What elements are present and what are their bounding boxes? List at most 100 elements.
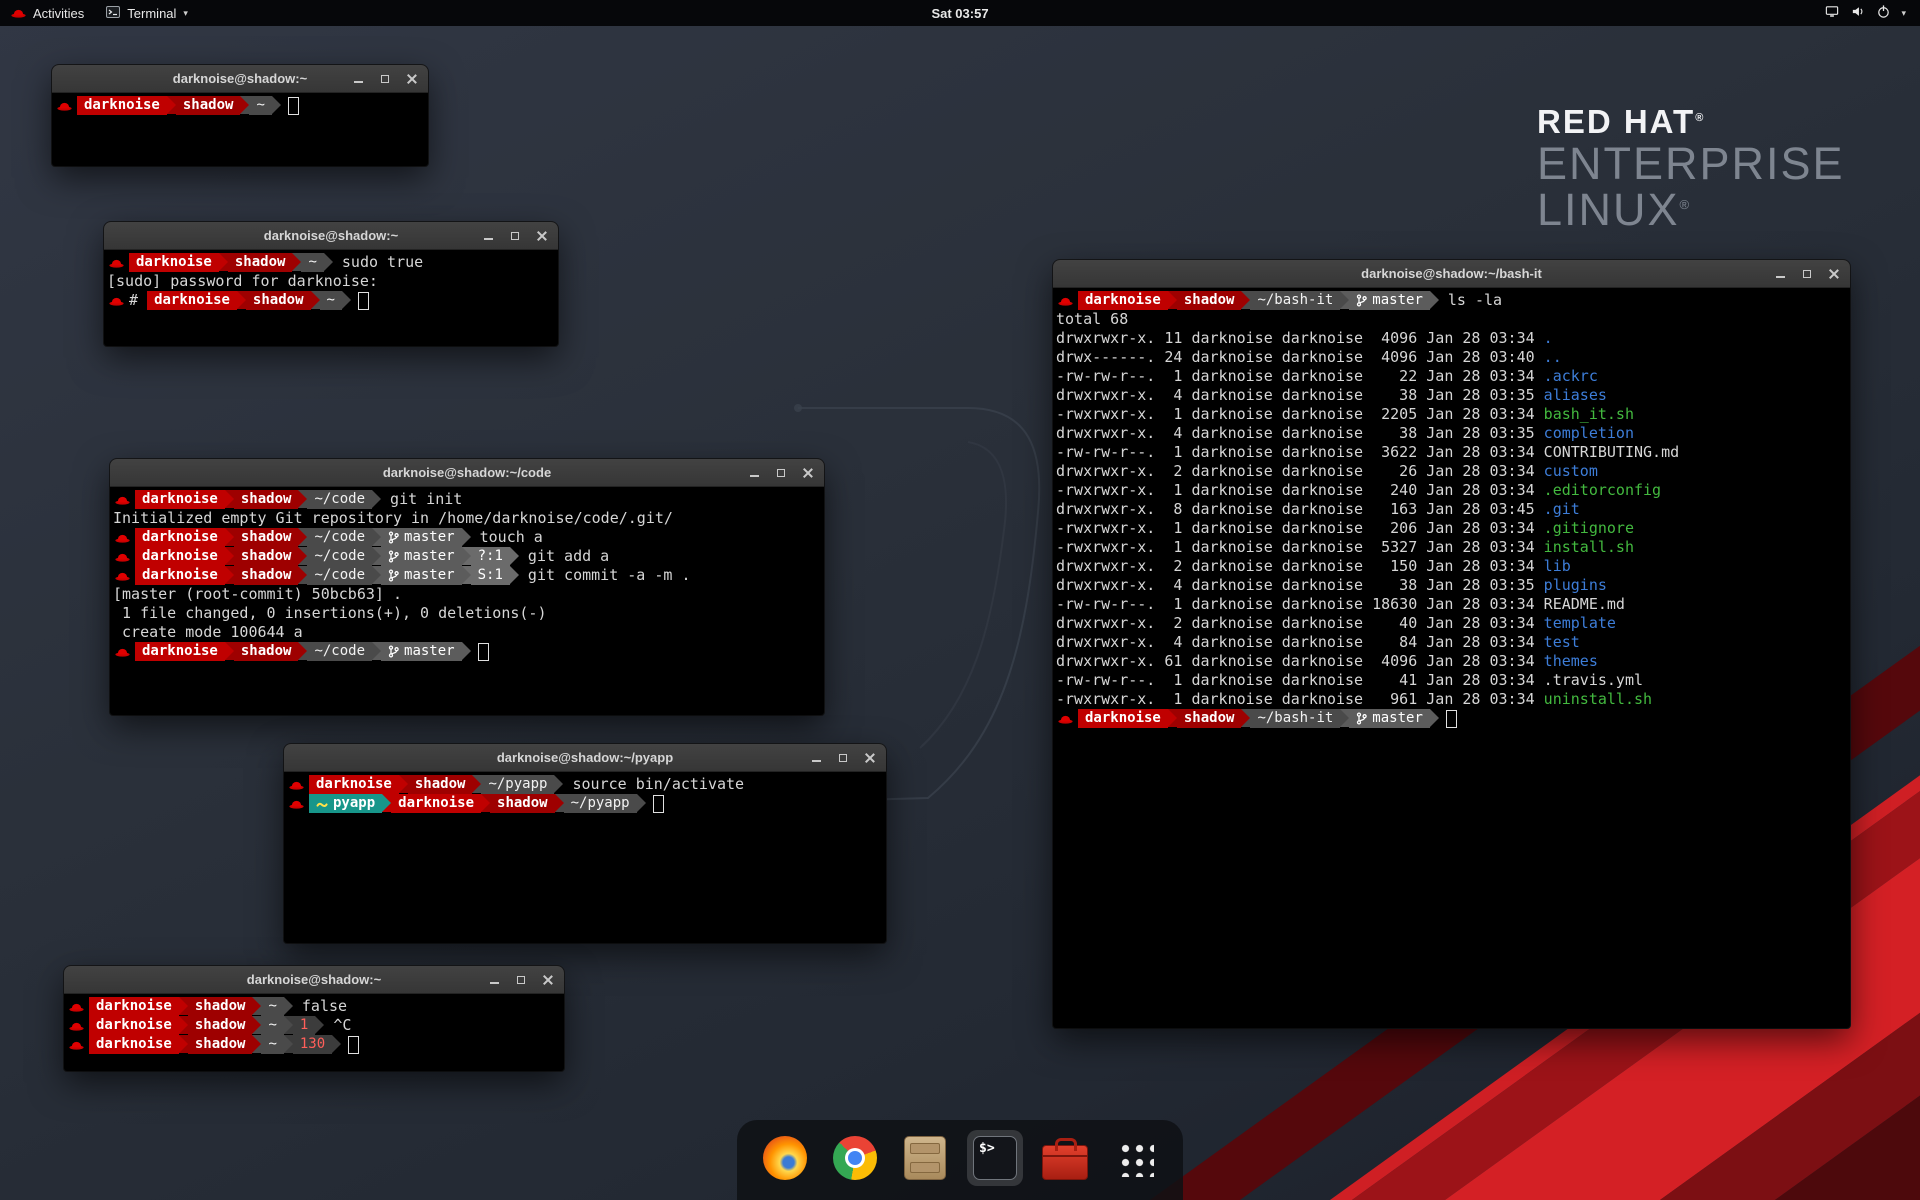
terminal-text: .ackrc [1544,367,1598,386]
terminal-cursor [348,1036,359,1054]
maximize-button[interactable] [514,973,528,987]
maximize-icon [839,754,847,762]
titlebar[interactable]: darknoise@shadow:~/pyapp [284,744,886,772]
titlebar[interactable]: darknoise@shadow:~/code [110,459,824,487]
close-button[interactable] [1827,267,1841,281]
close-button[interactable] [541,973,555,987]
prompt-segment-host: shadow [234,547,299,566]
terminal-text: completion [1544,424,1634,443]
window-title: darknoise@shadow:~/code [110,459,824,486]
terminal-text: .gitignore [1544,519,1634,538]
close-button[interactable] [405,72,419,86]
terminal-text: CONTRIBUTING.md [1544,443,1679,462]
redhat-prompt-icon [1058,291,1073,310]
terminal-content[interactable]: darknoiseshadow~/code git initInitialize… [110,487,824,663]
powerline-separator [554,775,563,793]
terminal-text: lib [1544,557,1571,576]
close-button[interactable] [863,751,877,765]
terminal-content[interactable]: darknoiseshadow~ [52,93,428,117]
terminal-text: .editorconfig [1544,481,1661,500]
close-button[interactable] [801,466,815,480]
powerline-separator [225,490,234,508]
desktop: RED HAT® ENTERPRISE LINUX® Activities Te… [0,0,1920,1200]
powerline-separator [298,490,307,508]
terminal-text: drwxrwxr-x. 4 darknoise darknoise 84 Jan… [1056,633,1544,652]
terminal-text: -rwxrwxr-x. 1 darknoise darknoise 2205 J… [1056,405,1544,424]
powerline-separator [372,642,381,660]
terminal-line: -rwxrwxr-x. 1 darknoise darknoise 5327 J… [1056,538,1848,557]
powerline-separator [399,775,408,793]
terminal-cursor [288,97,299,115]
titlebar[interactable]: darknoise@shadow:~ [104,222,558,250]
prompt-segment-host: shadow [246,291,311,310]
prompt-segment-git: master [381,528,462,547]
prompt-segment-user: darknoise [135,547,225,566]
terminal-text: .git [1544,500,1580,519]
titlebar[interactable]: darknoise@shadow:~ [52,65,428,93]
display-icon [1824,4,1840,22]
powerline-separator [284,997,293,1015]
terminal-text: source bin/activate [563,775,744,794]
terminal-line: drwxrwxr-x. 11 darknoise darknoise 4096 … [1056,329,1848,348]
prompt-segment-host: shadow [234,642,299,661]
dock-item-chrome[interactable] [827,1130,883,1186]
terminal-line: -rw-rw-r--. 1 darknoise darknoise 3622 J… [1056,443,1848,462]
activities-button[interactable]: Activities [0,0,95,26]
terminal-line: darknoiseshadow~/bash-itmaster ls -la [1056,291,1848,310]
prompt-segment-host: shadow [234,566,299,585]
terminal-content[interactable]: darknoiseshadow~ falsedarknoiseshadow~1 … [64,994,564,1056]
powerline-separator [1241,709,1250,727]
minimize-button[interactable] [747,466,761,480]
dock-item-toolbox[interactable] [1037,1130,1093,1186]
minimize-button[interactable] [1773,267,1787,281]
terminal-text: custom [1544,462,1598,481]
dock-item-files[interactable] [897,1130,953,1186]
minimize-button[interactable] [809,751,823,765]
terminal-content[interactable]: darknoiseshadow~ sudo true[sudo] passwor… [104,250,558,312]
dock-item-firefox[interactable] [757,1130,813,1186]
terminal-content[interactable]: darknoiseshadow~/pyapp source bin/activa… [284,772,886,815]
terminal-text: drwxrwxr-x. 8 darknoise darknoise 163 Ja… [1056,500,1544,519]
terminal-text: Initialized empty Git repository in /hom… [113,509,673,528]
branch-icon [388,645,399,658]
window-controls [351,65,419,92]
redhat-prompt-icon [289,794,304,813]
powerline-separator [372,528,381,546]
terminal-cursor [358,292,369,310]
maximize-button[interactable] [836,751,850,765]
terminal-line: darknoiseshadow~ false [67,997,562,1016]
powerline-separator [225,528,234,546]
terminal-content[interactable]: darknoiseshadow~/bash-itmaster ls -latot… [1053,288,1850,730]
redhat-prompt-icon [109,291,124,310]
terminal-text: drwxrwxr-x. 4 darknoise darknoise 38 Jan… [1056,576,1544,595]
maximize-button[interactable] [774,466,788,480]
dock-item-terminal[interactable]: $> [967,1130,1023,1186]
system-tray[interactable]: ▾ [1814,0,1916,26]
terminal-text: -rwxrwxr-x. 1 darknoise darknoise 240 Ja… [1056,481,1544,500]
terminal-text: drwxrwxr-x. 61 darknoise darknoise 4096 … [1056,652,1544,671]
prompt-segment-user: darknoise [135,566,225,585]
minimize-icon [1776,276,1785,278]
branch-icon [1356,712,1367,725]
maximize-button[interactable] [508,229,522,243]
powerline-separator [252,997,261,1015]
clock[interactable]: Sat 03:57 [931,6,988,21]
titlebar[interactable]: darknoise@shadow:~ [64,966,564,994]
minimize-button[interactable] [351,72,365,86]
terminal-line: -rw-rw-r--. 1 darknoise darknoise 22 Jan… [1056,367,1848,386]
terminal-text: -rwxrwxr-x. 1 darknoise darknoise 961 Ja… [1056,690,1544,709]
maximize-button[interactable] [378,72,392,86]
branch-icon [388,531,399,544]
app-menu-terminal[interactable]: Terminal ▾ [95,0,199,26]
minimize-button[interactable] [487,973,501,987]
prompt-segment-path: ~/code [307,566,372,585]
maximize-button[interactable] [1800,267,1814,281]
dock-item-app-grid[interactable] [1107,1130,1163,1186]
snake-icon [316,798,328,810]
close-button[interactable] [535,229,549,243]
prompt-segment-user: darknoise [147,291,237,310]
minimize-button[interactable] [481,229,495,243]
terminal-window-sudo: darknoise@shadow:~darknoiseshadow~ sudo … [104,222,558,346]
terminal-icon [106,6,120,21]
titlebar[interactable]: darknoise@shadow:~/bash-it [1053,260,1850,288]
